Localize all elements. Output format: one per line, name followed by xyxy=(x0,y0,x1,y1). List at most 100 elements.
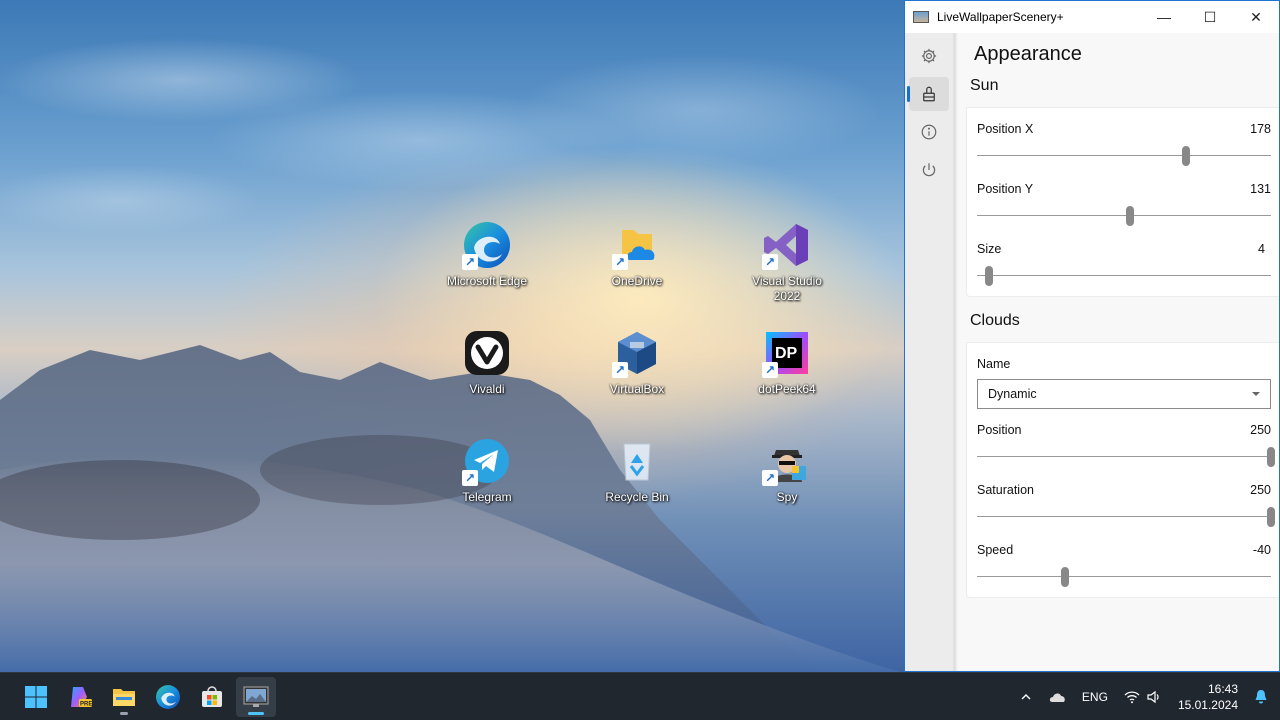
slider-track xyxy=(977,275,1271,276)
desktop-icon-microsoft-edge[interactable]: Microsoft Edge xyxy=(437,220,537,289)
icon-label: Vivaldi xyxy=(469,382,505,396)
taskbar-start-button[interactable] xyxy=(16,677,56,717)
onedrive-icon xyxy=(612,220,662,270)
livewallpaper-icon xyxy=(243,686,269,707)
clouds-saturation-value: 250 xyxy=(1250,483,1271,497)
page-title: Appearance xyxy=(974,43,1082,65)
nav-item-appearance[interactable] xyxy=(907,77,949,111)
slider-track xyxy=(977,576,1271,577)
speaker-icon xyxy=(1147,690,1159,704)
slider-track xyxy=(977,456,1271,457)
running-indicator xyxy=(120,711,128,715)
vivaldi-icon xyxy=(462,328,512,378)
clouds-position-label: Position xyxy=(977,423,1022,437)
desktop-icon-onedrive[interactable]: OneDrive xyxy=(587,220,687,289)
clouds-name-label: Name xyxy=(977,357,1011,371)
livewallpaper-window: LiveWallpaperScenery+ — ☐ ✕ Appearance S… xyxy=(904,0,1280,672)
desktop-icon-virtualbox[interactable]: VirtualBox xyxy=(587,328,687,397)
nav-item-about[interactable] xyxy=(909,115,949,149)
icon-label: Telegram xyxy=(462,490,512,504)
slider-track xyxy=(977,516,1271,517)
chevron-up-icon xyxy=(1021,694,1031,700)
taskbar-store-button[interactable] xyxy=(192,677,232,717)
taskbar-copilot-button[interactable]: PRE xyxy=(60,677,100,717)
visual-studio-icon xyxy=(762,220,812,270)
clouds-name-row: Name Dynamic xyxy=(977,357,1271,409)
svg-text:DP: DP xyxy=(775,345,798,362)
copilot-pre-icon: PRE xyxy=(71,686,92,707)
desktop-icon-vivaldi[interactable]: Vivaldi xyxy=(437,328,537,397)
sun-position-x-slider[interactable] xyxy=(977,144,1271,168)
clouds-position-row: Position 250 xyxy=(977,423,1275,469)
clock-date: 15.01.2024 xyxy=(1177,698,1238,712)
icon-label: Microsoft Edge xyxy=(446,274,528,288)
notifications-button[interactable] xyxy=(1246,673,1280,720)
sun-position-y-label: Position Y xyxy=(977,182,1034,196)
close-button[interactable]: ✕ xyxy=(1233,1,1279,33)
sun-position-y-slider[interactable] xyxy=(977,204,1271,228)
window-title: LiveWallpaperScenery+ xyxy=(937,10,1064,24)
desktop-icon-visual-studio[interactable]: Visual Studio 2022 xyxy=(737,220,837,304)
minimize-button[interactable]: — xyxy=(1141,1,1187,33)
nav-item-exit[interactable] xyxy=(909,153,949,187)
dotpeek-icon: DP xyxy=(762,328,812,378)
slider-thumb[interactable] xyxy=(1267,507,1275,527)
recycle-bin-icon xyxy=(612,436,662,486)
taskbar-clock[interactable]: 16:43 15.01.2024 xyxy=(1170,681,1246,713)
slider-track xyxy=(977,215,1271,216)
tray-overflow-button[interactable] xyxy=(1012,673,1040,720)
system-tray: ENG 16:43 15.01.2024 xyxy=(1012,673,1280,720)
desktop-icon-dotpeek[interactable]: DP dotPeek64 xyxy=(737,328,837,397)
icon-label: VirtualBox xyxy=(609,382,665,396)
clouds-speed-label: Speed xyxy=(977,543,1014,557)
store-icon xyxy=(202,685,222,707)
icon-label: Visual Studio 2022 xyxy=(752,274,822,303)
slider-thumb[interactable] xyxy=(1267,447,1275,467)
chevron-down-icon xyxy=(1252,392,1260,396)
shortcut-arrow-icon xyxy=(462,470,478,486)
bell-icon xyxy=(1255,690,1267,704)
settings-content: Appearance Sun Position X 178 Position Y 1… xyxy=(953,33,1279,671)
slider-thumb[interactable] xyxy=(1181,146,1190,166)
sun-position-y-row: Position Y 131 xyxy=(977,182,1271,228)
sun-size-row: Size 4 xyxy=(977,242,1271,288)
window-titlebar[interactable]: LiveWallpaperScenery+ — ☐ ✕ xyxy=(905,1,1279,33)
network-volume-button[interactable] xyxy=(1116,673,1170,720)
tray-onedrive-button[interactable] xyxy=(1040,673,1074,720)
clouds-saturation-label: Saturation xyxy=(977,483,1034,497)
taskbar-livewallpaper-button[interactable] xyxy=(236,676,276,717)
clock-time: 16:43 xyxy=(1207,682,1238,696)
clouds-name-dropdown[interactable]: Dynamic xyxy=(977,379,1271,409)
slider-thumb[interactable] xyxy=(1061,567,1070,587)
clouds-saturation-slider[interactable] xyxy=(977,505,1275,529)
paint-bucket-icon xyxy=(923,86,935,102)
clouds-position-slider[interactable] xyxy=(977,445,1275,469)
gear-icon xyxy=(921,48,937,64)
language-indicator[interactable]: ENG xyxy=(1074,673,1116,720)
cloud-icon xyxy=(1049,693,1065,702)
shortcut-arrow-icon xyxy=(762,470,778,486)
desktop-icon-telegram[interactable]: Telegram xyxy=(437,436,537,505)
clouds-section-title: Clouds xyxy=(966,308,1279,343)
sun-size-label: Size xyxy=(977,242,1002,256)
sun-settings-card: Sun Position X 178 Position Y 131 Size 4 xyxy=(966,73,1279,297)
spy-icon xyxy=(762,436,812,486)
sun-position-x-label: Position X xyxy=(977,122,1034,136)
nav-item-settings[interactable] xyxy=(909,39,949,73)
running-indicator xyxy=(248,711,264,715)
taskbar: PRE ENG 16:43 15.01.2024 xyxy=(0,672,1280,720)
clouds-position-value: 250 xyxy=(1250,423,1271,437)
taskbar-file-explorer-button[interactable] xyxy=(104,677,144,717)
desktop-icon-recycle-bin[interactable]: Recycle Bin xyxy=(587,436,687,505)
file-explorer-icon xyxy=(113,688,135,706)
icon-label: dotPeek64 xyxy=(758,382,816,396)
clouds-speed-slider[interactable] xyxy=(977,565,1271,589)
desktop-icon-spy[interactable]: Spy xyxy=(737,436,837,505)
sun-position-x-value: 178 xyxy=(1250,122,1271,136)
slider-thumb[interactable] xyxy=(984,266,993,286)
maximize-button[interactable]: ☐ xyxy=(1187,1,1233,33)
taskbar-edge-button[interactable] xyxy=(148,677,188,717)
sun-size-slider[interactable] xyxy=(977,264,1271,288)
slider-thumb[interactable] xyxy=(1125,206,1134,226)
clouds-speed-row: Speed -40 xyxy=(977,543,1271,589)
